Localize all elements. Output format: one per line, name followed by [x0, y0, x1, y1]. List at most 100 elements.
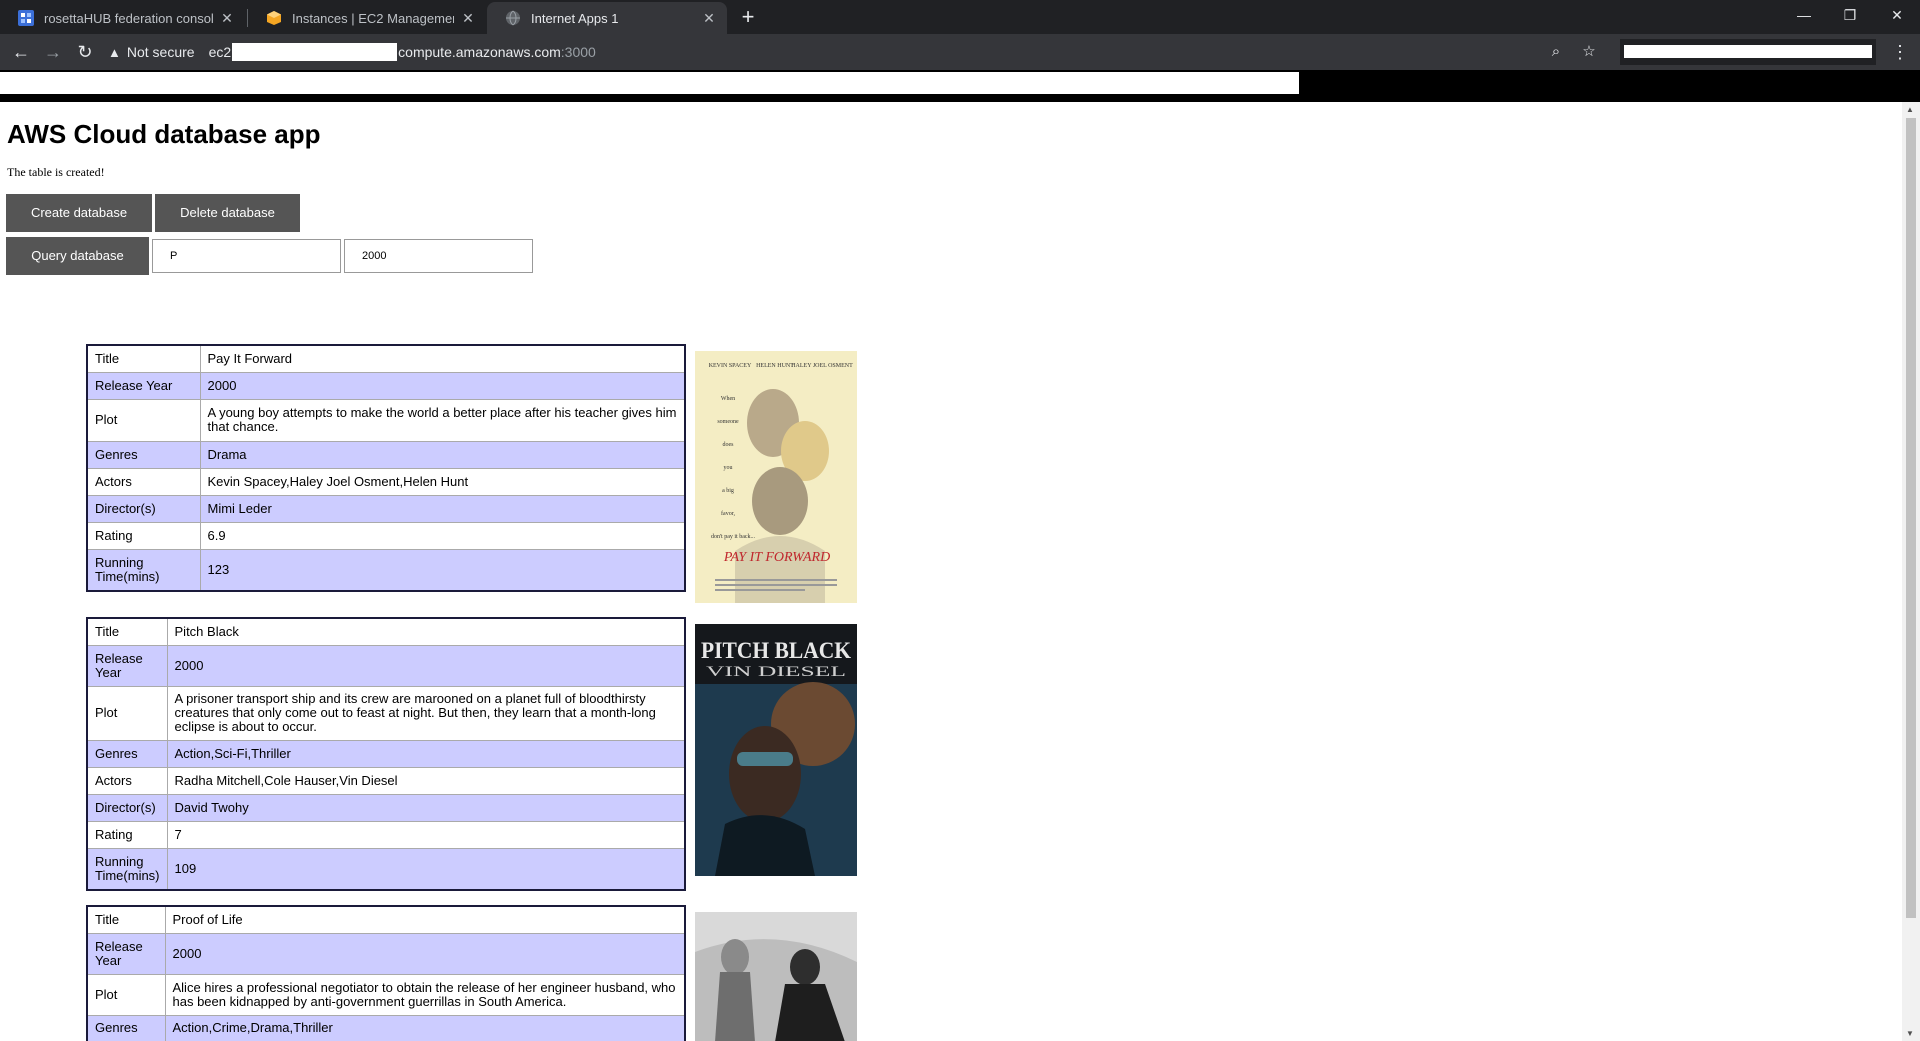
tab-ec2-instances[interactable]: Instances | EC2 Management Con ✕: [248, 2, 486, 34]
poster-tagline-1: When: [721, 396, 735, 402]
address-bar[interactable]: ▲ Not secure ec2 compute.amazonaws.com :…: [108, 38, 1588, 66]
field-value: Pay It Forward: [199, 344, 686, 373]
poster-image: PITCH BLACK VIN DIESEL: [695, 624, 857, 876]
page-title: AWS Cloud database app: [7, 119, 321, 149]
status-message: The table is created!: [7, 165, 105, 179]
field-value: 6.9: [199, 521, 686, 550]
tab-close-icon[interactable]: ✕: [701, 10, 717, 27]
field-value: 109: [166, 847, 686, 891]
bookmark-star-icon[interactable]: ☆: [1577, 40, 1601, 64]
movie-poster-pay-it-forward: KEVIN SPACEY HELEN HUNT HALEY JOEL OSMEN…: [695, 351, 857, 603]
field-value: 7: [166, 820, 686, 849]
zoom-icon[interactable]: ⌕: [1544, 40, 1568, 64]
field-label: Genres: [86, 440, 201, 469]
poster-actor: VIN DIESEL: [706, 664, 846, 680]
field-value: Alice hires a professional negotiator to…: [164, 973, 686, 1016]
table-row: Director(s) David Twohy: [86, 793, 686, 822]
table-row: Plot A prisoner transport ship and its cr…: [86, 685, 686, 741]
back-arrow-icon[interactable]: ←: [7, 38, 35, 66]
tab-internet-apps[interactable]: Internet Apps 1 ✕: [487, 2, 727, 34]
poster-tagline-7: don't pay it back...: [711, 534, 756, 540]
new-tab-plus-icon[interactable]: +: [735, 4, 761, 30]
field-value: Kevin Spacey,Haley Joel Osment,Helen Hun…: [199, 467, 686, 496]
field-label: Release Year: [86, 644, 168, 687]
table-row: Director(s) Mimi Leder: [86, 494, 686, 523]
tab-rosettahub[interactable]: rosettaHUB federation console ✕: [0, 2, 245, 34]
movie-poster-proof-of-life: [695, 912, 857, 1041]
aws-box-favicon-icon: [267, 11, 281, 25]
field-label: Plot: [86, 973, 166, 1016]
poster-tagline-5: a big: [722, 488, 734, 494]
poster-image: KEVIN SPACEY HELEN HUNT HALEY JOEL OSMEN…: [695, 351, 857, 603]
warning-triangle-icon: ▲: [108, 44, 121, 60]
scroll-up-arrow-icon[interactable]: ▲: [1906, 105, 1914, 114]
minimize-icon[interactable]: —: [1781, 0, 1827, 30]
tab-close-icon[interactable]: ✕: [219, 10, 235, 27]
poster-title: PAY IT FORWARD: [723, 550, 830, 565]
table-row: Title Proof of Life: [86, 905, 686, 934]
field-label: Genres: [86, 1014, 166, 1041]
field-label: Title: [86, 344, 201, 373]
field-label: Actors: [86, 766, 168, 795]
table-row: Plot Alice hires a professional negotiato…: [86, 973, 686, 1016]
field-label: Director(s): [86, 494, 201, 523]
field-label: Release Year: [86, 932, 166, 975]
field-value: Radha Mitchell,Cole Hauser,Vin Diesel: [166, 766, 686, 795]
poster-tagline-4: you: [724, 465, 733, 471]
table-row: Plot A young boy attempts to make the wor…: [86, 398, 686, 442]
page-viewport: AWS Cloud database app The table is crea…: [0, 102, 1902, 1041]
field-value: Drama: [199, 440, 686, 469]
movie-card: Title Pitch Black Release Year 2000 Plot A …: [86, 617, 686, 891]
field-value: Action,Sci-Fi,Thriller: [166, 739, 686, 768]
field-value: 2000: [164, 932, 686, 975]
delete-database-button[interactable]: Delete database: [155, 194, 300, 232]
table-row: Actors Radha Mitchell,Cole Hauser,Vin Die…: [86, 766, 686, 795]
poster-title: PITCH BLACK: [701, 638, 851, 663]
field-label: Release Year: [86, 371, 201, 400]
scrollbar-thumb[interactable]: [1906, 118, 1916, 918]
globe-favicon-icon: [506, 10, 520, 26]
restore-icon[interactable]: ❐: [1827, 0, 1873, 30]
poster-tagline-3: does: [723, 442, 735, 448]
field-value: 2000: [199, 371, 686, 400]
scroll-down-arrow-icon[interactable]: ▼: [1906, 1029, 1914, 1038]
browser-toolbar: ← → ↻ ▲ Not secure ec2 compute.amazonaws…: [0, 34, 1920, 70]
field-value: A prisoner transport ship and its crew a…: [166, 685, 686, 741]
field-label: Running Time(mins): [86, 548, 201, 592]
forward-arrow-icon[interactable]: →: [39, 38, 67, 66]
title-query-input[interactable]: P: [152, 239, 341, 273]
year-query-input[interactable]: 2000: [344, 239, 533, 273]
movie-card: Title Pay It Forward Release Year 2000 Plo…: [86, 344, 686, 592]
tab-close-icon[interactable]: ✕: [460, 10, 476, 27]
movie-table: Title Pay It Forward Release Year 2000 Plo…: [86, 344, 686, 592]
table-row: Release Year 2000: [86, 644, 686, 687]
poster-actor-1: KEVIN SPACEY: [709, 363, 752, 369]
create-database-button[interactable]: Create database: [6, 194, 152, 232]
table-row: Running Time(mins) 109: [86, 847, 686, 891]
field-label: Title: [86, 905, 166, 934]
close-window-icon[interactable]: ✕: [1874, 0, 1920, 30]
movie-card: Title Proof of Life Release Year 2000 Plot…: [86, 905, 686, 1041]
query-database-button[interactable]: Query database: [6, 237, 149, 275]
field-label: Genres: [86, 739, 168, 768]
field-value: Proof of Life: [164, 905, 686, 934]
redacted-bookmarks: [0, 72, 1299, 94]
browser-menu-icon[interactable]: ⋮: [1888, 38, 1912, 66]
field-label: Director(s): [86, 793, 168, 822]
movie-poster-pitch-black: PITCH BLACK VIN DIESEL: [695, 624, 857, 876]
table-row: Running Time(mins) 123: [86, 548, 686, 592]
security-indicator[interactable]: Not secure: [127, 44, 195, 60]
field-label: Plot: [86, 685, 168, 741]
table-row: Rating 6.9: [86, 521, 686, 550]
table-row: Genres Action,Sci-Fi,Thriller: [86, 739, 686, 768]
poster-tagline-6: favor,: [721, 510, 735, 517]
browser-tab-bar: rosettaHUB federation console ✕ Instance…: [0, 0, 1920, 34]
movie-table: Title Proof of Life Release Year 2000 Plot…: [86, 905, 686, 1041]
reload-icon[interactable]: ↻: [71, 38, 99, 66]
field-value: Action,Crime,Drama,Thriller: [164, 1014, 686, 1041]
page-scrollbar[interactable]: ▲ ▼: [1902, 102, 1920, 1041]
field-label: Running Time(mins): [86, 847, 168, 891]
bookmarks-bar: [0, 70, 1920, 102]
field-label: Title: [86, 617, 168, 646]
rosettahub-favicon-icon: [18, 10, 34, 26]
